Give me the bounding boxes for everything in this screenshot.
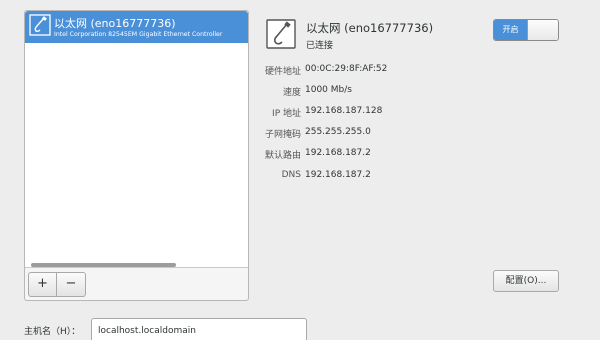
hardware-address-value: 00:0C:29:8F:AF:52 <box>305 64 388 74</box>
ethernet-cable-icon <box>266 19 296 49</box>
connection-list: 以太网 (eno16777736) Intel Corporation 8254… <box>25 11 248 268</box>
connection-list-panel: 以太网 (eno16777736) Intel Corporation 8254… <box>24 10 249 301</box>
toggle-knob[interactable] <box>527 20 558 40</box>
connection-item-ethernet[interactable]: 以太网 (eno16777736) Intel Corporation 8254… <box>25 11 248 43</box>
connection-status: 已连接 <box>306 41 334 51</box>
configure-button[interactable]: 配置(O)... <box>493 270 559 292</box>
default-route-value: 192.168.187.2 <box>305 148 371 158</box>
subnet-mask-label: 子网掩码 <box>264 130 301 140</box>
add-connection-button[interactable]: + <box>28 272 57 297</box>
hardware-address-label: 硬件地址 <box>264 67 301 77</box>
hostname-input[interactable] <box>91 318 307 340</box>
ip-address-label: IP 地址 <box>272 109 301 119</box>
ip-address-value: 192.168.187.128 <box>305 106 383 116</box>
subnet-mask-value: 255.255.255.0 <box>305 127 371 137</box>
connection-item-name: 以太网 (eno16777736) <box>54 17 176 30</box>
connection-toggle-switch[interactable]: 开启 <box>493 19 559 41</box>
connection-title: 以太网 (eno16777736) <box>306 21 434 35</box>
ethernet-cable-icon <box>29 14 51 36</box>
horizontal-scrollbar[interactable] <box>31 263 176 267</box>
hostname-label: 主机名（H）： <box>24 327 81 337</box>
speed-value: 1000 Mb/s <box>305 85 352 95</box>
default-route-label: 默认路由 <box>264 151 301 161</box>
dns-value: 192.168.187.2 <box>305 170 371 180</box>
speed-label: 速度 <box>282 88 301 98</box>
toggle-on-label: 开启 <box>494 20 527 40</box>
connection-item-detail: Intel Corporation 82545EM Gigabit Ethern… <box>54 31 223 38</box>
remove-connection-button[interactable]: − <box>57 272 86 297</box>
dns-label: DNS <box>281 170 301 180</box>
